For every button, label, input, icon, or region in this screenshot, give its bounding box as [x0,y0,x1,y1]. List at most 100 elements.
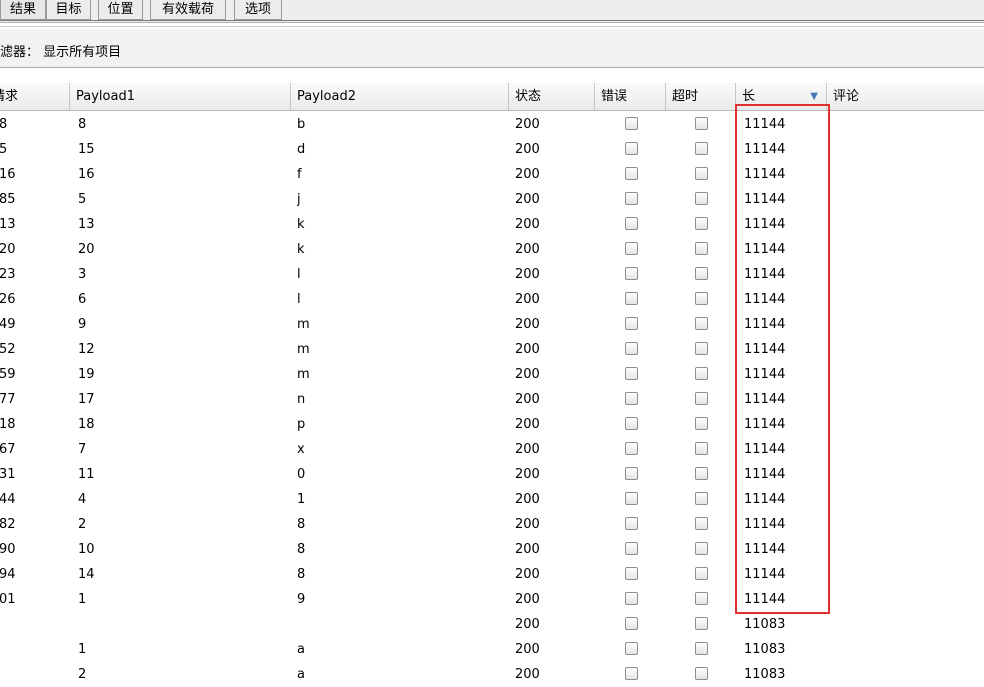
table-row[interactable]: 94 14 8 200 11144 [0,562,984,587]
error-checkbox[interactable] [625,417,638,430]
table-row[interactable]: 31 11 0 200 11144 [0,462,984,487]
table-row[interactable]: 44 4 1 200 11144 [0,487,984,512]
error-checkbox[interactable] [625,367,638,380]
col-status[interactable]: 状态 [509,83,595,110]
timeout-checkbox[interactable] [695,142,708,155]
table-header: 请求 Payload1 Payload2 状态 错误 超时 长 ▼ 评论 [0,83,984,111]
error-checkbox[interactable] [625,442,638,455]
table-row[interactable]: 8 8 b 200 11144 [0,112,984,137]
col-comment[interactable]: 评论 [827,83,984,110]
timeout-checkbox[interactable] [695,542,708,555]
error-checkbox[interactable] [625,267,638,280]
timeout-checkbox[interactable] [695,667,708,680]
cell-status: 200 [515,517,540,532]
table-row[interactable]: 90 10 8 200 11144 [0,537,984,562]
cell-payload2: d [297,142,306,157]
cell-payload2: p [297,417,306,432]
error-checkbox[interactable] [625,117,638,130]
error-checkbox[interactable] [625,192,638,205]
timeout-checkbox[interactable] [695,342,708,355]
timeout-checkbox[interactable] [695,467,708,480]
table-row[interactable]: 5 15 d 200 11144 [0,137,984,162]
error-checkbox[interactable] [625,667,638,680]
col-payload1[interactable]: Payload1 [70,83,291,110]
timeout-checkbox[interactable] [695,567,708,580]
timeout-checkbox[interactable] [695,117,708,130]
filter-value: 显示所有项目 [43,45,122,60]
timeout-checkbox[interactable] [695,317,708,330]
table-row[interactable]: 13 13 k 200 11144 [0,212,984,237]
error-checkbox[interactable] [625,242,638,255]
tab-target[interactable]: 目标 [46,0,91,20]
timeout-checkbox[interactable] [695,392,708,405]
table-row[interactable]: 01 1 9 200 11144 [0,587,984,612]
table-row[interactable]: 85 5 j 200 11144 [0,187,984,212]
timeout-checkbox[interactable] [695,517,708,530]
cell-status: 200 [515,617,540,632]
table-row[interactable]: 23 3 l 200 11144 [0,262,984,287]
timeout-checkbox[interactable] [695,617,708,630]
col-request[interactable]: 请求 [0,83,70,110]
error-checkbox[interactable] [625,392,638,405]
timeout-checkbox[interactable] [695,267,708,280]
timeout-checkbox[interactable] [695,242,708,255]
timeout-checkbox[interactable] [695,217,708,230]
error-checkbox[interactable] [625,167,638,180]
table-row[interactable]: 26 6 l 200 11144 [0,287,984,312]
col-length[interactable]: 长 ▼ [736,83,827,110]
table-row[interactable]: 77 17 n 200 11144 [0,387,984,412]
table-row[interactable]: 200 11083 [0,612,984,637]
error-checkbox[interactable] [625,567,638,580]
cell-payload1: 1 [78,592,87,607]
timeout-checkbox[interactable] [695,167,708,180]
table-row[interactable]: 59 19 m 200 11144 [0,362,984,387]
cell-request: 59 [0,367,16,382]
timeout-checkbox[interactable] [695,592,708,605]
table-row[interactable]: 49 9 m 200 11144 [0,312,984,337]
timeout-checkbox[interactable] [695,417,708,430]
tab-positions[interactable]: 位置 [98,0,143,20]
table-row[interactable]: 18 18 p 200 11144 [0,412,984,437]
timeout-checkbox[interactable] [695,442,708,455]
error-checkbox[interactable] [625,642,638,655]
timeout-checkbox[interactable] [695,642,708,655]
tab-results[interactable]: 结果 [0,0,46,20]
tab-options[interactable]: 选项 [234,0,282,20]
timeout-checkbox[interactable] [695,292,708,305]
error-checkbox[interactable] [625,517,638,530]
error-checkbox[interactable] [625,142,638,155]
table-row[interactable]: 16 16 f 200 11144 [0,162,984,187]
error-checkbox[interactable] [625,592,638,605]
col-error[interactable]: 错误 [595,83,666,110]
cell-length: 11144 [744,367,786,382]
tab-payloads[interactable]: 有效载荷 [150,0,226,20]
cell-request: 5 [0,142,8,157]
table-row[interactable]: 1 a 200 11083 [0,637,984,662]
cell-payload1: 5 [78,192,87,207]
table-row[interactable]: 20 20 k 200 11144 [0,237,984,262]
error-checkbox[interactable] [625,492,638,505]
table-row[interactable]: 52 12 m 200 11144 [0,337,984,362]
table-row[interactable]: 82 2 8 200 11144 [0,512,984,537]
filter-text[interactable]: 过滤器： 显示所有项目 [0,41,121,60]
cell-status: 200 [515,167,540,182]
filter-bar[interactable]: 过滤器： 显示所有项目 [0,29,984,67]
cell-payload1: 12 [78,342,95,357]
error-checkbox[interactable] [625,617,638,630]
error-checkbox[interactable] [625,217,638,230]
cell-request: 90 [0,542,16,557]
error-checkbox[interactable] [625,292,638,305]
col-payload2[interactable]: Payload2 [291,83,509,110]
cell-length: 11144 [744,392,786,407]
error-checkbox[interactable] [625,467,638,480]
table-row[interactable]: 2 a 200 11083 [0,662,984,687]
error-checkbox[interactable] [625,542,638,555]
col-timeout[interactable]: 超时 [666,83,736,110]
error-checkbox[interactable] [625,342,638,355]
timeout-checkbox[interactable] [695,492,708,505]
timeout-checkbox[interactable] [695,367,708,380]
error-checkbox[interactable] [625,317,638,330]
table-row[interactable]: 67 7 x 200 11144 [0,437,984,462]
cell-status: 200 [515,567,540,582]
timeout-checkbox[interactable] [695,192,708,205]
